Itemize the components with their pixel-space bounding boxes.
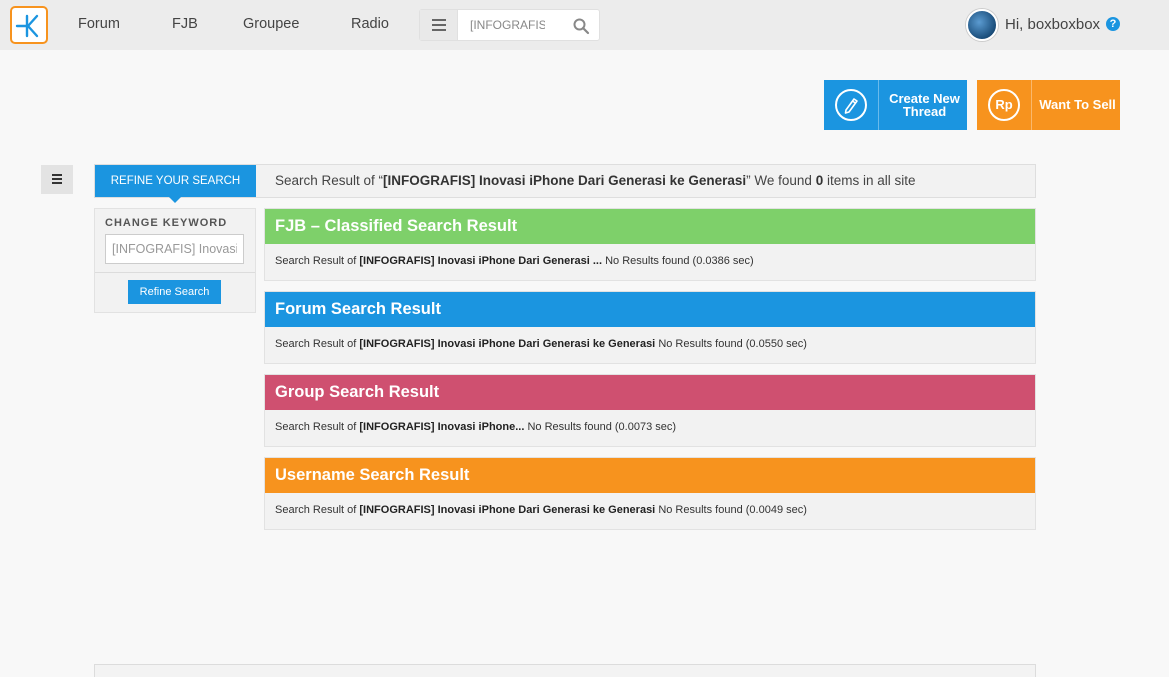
- result-status: No Results found (0.0049 sec): [658, 504, 807, 516]
- result-query: [INFOGRAFIS] Inovasi iPhone Dari Generas…: [359, 504, 656, 516]
- search-input[interactable]: [470, 17, 545, 33]
- result-query: [INFOGRAFIS] Inovasi iPhone...: [359, 421, 525, 433]
- top-search-box: [419, 9, 600, 41]
- search-icon[interactable]: [572, 17, 590, 35]
- nav-fjb[interactable]: FJB: [172, 16, 198, 32]
- create-icon-wrap: [824, 80, 879, 130]
- result-title[interactable]: Username Search Result: [265, 458, 1035, 493]
- refine-search-tab[interactable]: REFINE YOUR SEARCH: [95, 165, 256, 203]
- result-line: Search Result of [INFOGRAFIS] Inovasi iP…: [275, 255, 754, 267]
- result-title[interactable]: FJB – Classified Search Result: [265, 209, 1035, 244]
- result-status: No Results found (0.0386 sec): [605, 255, 754, 267]
- result-block-fjb: FJB – Classified Search Result Search Re…: [264, 208, 1036, 281]
- sell-icon-wrap: Rp: [977, 80, 1032, 130]
- result-prefix: Search Result of: [275, 338, 360, 350]
- rupiah-icon: Rp: [988, 89, 1020, 121]
- panel-divider: [95, 272, 255, 273]
- result-status: No Results found (0.0550 sec): [658, 338, 807, 350]
- nav-forum[interactable]: Forum: [78, 16, 120, 32]
- refine-panel: CHANGE KEYWORD Refine Search: [94, 208, 256, 313]
- result-status: No Results found (0.0073 sec): [527, 421, 677, 433]
- footer-edge: [94, 664, 1036, 677]
- create-new-thread-button[interactable]: Create New Thread: [824, 80, 967, 130]
- change-keyword-label: CHANGE KEYWORD: [105, 217, 228, 229]
- result-query: [INFOGRAFIS] Inovasi iPhone Dari Generas…: [359, 255, 603, 267]
- summary-mid: ” We found: [746, 173, 816, 188]
- create-label-line2: Thread: [902, 104, 947, 119]
- nav-groupee[interactable]: Groupee: [243, 16, 299, 32]
- result-block-username: Username Search Result Search Result of …: [264, 457, 1036, 530]
- keyword-field[interactable]: [105, 234, 244, 264]
- search-summary-bar: REFINE YOUR SEARCH Search Result of “[IN…: [94, 164, 1036, 203]
- help-icon[interactable]: ?: [1106, 17, 1120, 31]
- result-block-group: Group Search Result Search Result of [IN…: [264, 374, 1036, 447]
- summary-query: [INFOGRAFIS] Inovasi iPhone Dari Generas…: [383, 173, 747, 188]
- search-summary: Search Result of “[INFOGRAFIS] Inovasi i…: [275, 173, 916, 188]
- summary-suffix: items in all site: [823, 173, 916, 188]
- kaskus-logo-icon[interactable]: [10, 6, 48, 44]
- top-navbar: Forum FJB Groupee Radio Hi, boxboxbox ?: [0, 0, 1169, 50]
- nav-radio[interactable]: Radio: [351, 16, 389, 32]
- result-title[interactable]: Group Search Result: [265, 375, 1035, 410]
- result-title[interactable]: Forum Search Result: [265, 292, 1035, 327]
- want-to-sell-label: Want To Sell: [1039, 97, 1116, 112]
- avatar[interactable]: [966, 9, 998, 41]
- hamburger-menu-icon[interactable]: [420, 10, 458, 40]
- result-prefix: Search Result of: [275, 421, 360, 433]
- refine-search-button[interactable]: Refine Search: [128, 280, 221, 304]
- result-line: Search Result of [INFOGRAFIS] Inovasi iP…: [275, 338, 807, 350]
- result-line: Search Result of [INFOGRAFIS] Inovasi iP…: [275, 421, 676, 433]
- result-prefix: Search Result of: [275, 504, 360, 516]
- summary-prefix: Search Result of “: [275, 173, 384, 188]
- want-to-sell-button[interactable]: Rp Want To Sell: [977, 80, 1120, 130]
- user-greeting[interactable]: Hi, boxboxbox: [1005, 16, 1100, 33]
- result-query: [INFOGRAFIS] Inovasi iPhone Dari Generas…: [359, 338, 656, 350]
- create-thread-label: Create New Thread: [882, 92, 967, 118]
- result-block-forum: Forum Search Result Search Result of [IN…: [264, 291, 1036, 364]
- result-line: Search Result of [INFOGRAFIS] Inovasi iP…: [275, 504, 807, 516]
- result-prefix: Search Result of: [275, 255, 360, 267]
- sidebar-menu-icon[interactable]: [41, 165, 73, 194]
- pencil-icon: [835, 89, 867, 121]
